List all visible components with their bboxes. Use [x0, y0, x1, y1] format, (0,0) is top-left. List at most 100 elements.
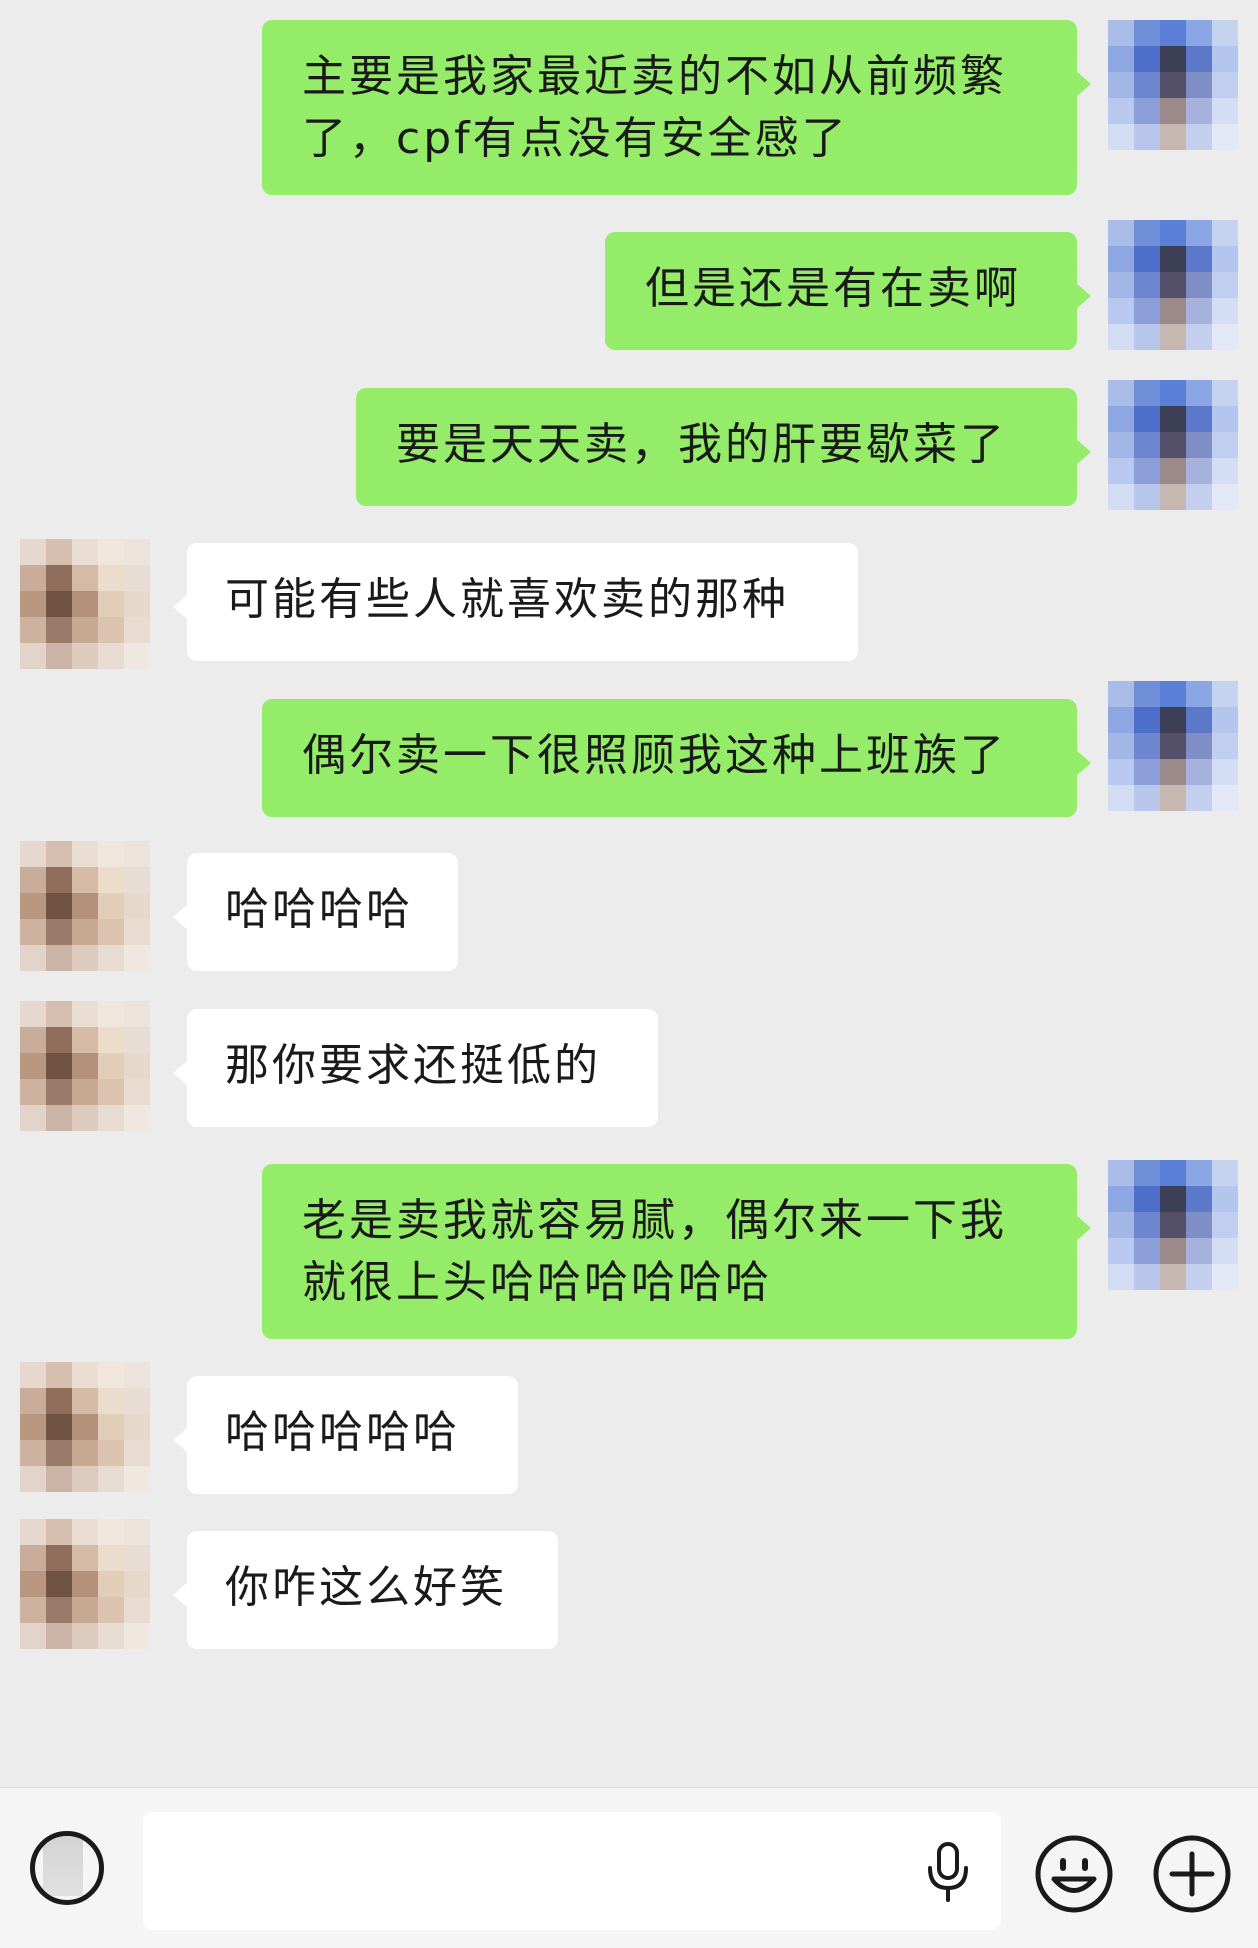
message-text-line: 你咋这么好笑 — [225, 1562, 507, 1613]
avatar-pixel — [1134, 406, 1160, 432]
avatar-pixel — [46, 1440, 72, 1466]
received-message-bubble[interactable]: 哈哈哈哈哈 — [173, 1376, 518, 1494]
avatar-pixel — [20, 1519, 46, 1545]
message-text-line: 老是卖我就容易腻，偶尔来一下我 — [302, 1195, 1007, 1246]
avatar-pixel — [72, 945, 98, 971]
avatar-pixel — [1108, 707, 1134, 733]
avatar-pixel — [1186, 458, 1212, 484]
contact-avatar[interactable] — [20, 539, 150, 669]
message-text-input[interactable] — [143, 1812, 1001, 1930]
message-text-line: 但是还是有在卖啊 — [645, 263, 1021, 314]
avatar-pixel — [46, 1466, 72, 1492]
sent-message-bubble[interactable]: 老是卖我就容易腻，偶尔来一下我 就很上头哈哈哈哈哈哈 — [262, 1164, 1091, 1339]
avatar-pixel — [46, 617, 72, 643]
avatar-pixel — [98, 841, 124, 867]
avatar-pixel — [1186, 98, 1212, 124]
avatar-pixel — [72, 1545, 98, 1571]
avatar-pixel — [1134, 484, 1160, 510]
avatar-pixel — [98, 867, 124, 893]
avatar-pixel — [1186, 1160, 1212, 1186]
avatar-pixel — [72, 1027, 98, 1053]
avatar-pixel — [98, 1466, 124, 1492]
avatar-pixel — [1212, 20, 1238, 46]
contact-avatar[interactable] — [20, 841, 150, 971]
my-avatar[interactable] — [1108, 1160, 1238, 1290]
my-avatar[interactable] — [1108, 20, 1238, 150]
my-avatar[interactable] — [1108, 380, 1238, 510]
avatar-pixel — [20, 1388, 46, 1414]
sent-message-bubble[interactable]: 要是天天卖，我的肝要歇菜了 — [356, 388, 1091, 506]
avatar-pixel — [124, 643, 150, 669]
avatar-pixel — [1108, 380, 1134, 406]
avatar-pixel — [1160, 20, 1186, 46]
avatar-pixel — [20, 893, 46, 919]
avatar-pixel — [1134, 220, 1160, 246]
contact-avatar[interactable] — [20, 1362, 150, 1492]
avatar-pixel — [1160, 733, 1186, 759]
avatar-pixel — [1134, 380, 1160, 406]
avatar-pixel — [1160, 707, 1186, 733]
avatar-pixel — [1160, 298, 1186, 324]
received-message-bubble[interactable]: 哈哈哈哈 — [173, 853, 458, 971]
avatar-pixel — [1108, 733, 1134, 759]
microphone-icon[interactable] — [924, 1842, 972, 1904]
avatar-pixel — [20, 1597, 46, 1623]
avatar-pixel — [20, 945, 46, 971]
avatar-pixel — [46, 1597, 72, 1623]
avatar-pixel — [1108, 246, 1134, 272]
avatar-pixel — [1134, 458, 1160, 484]
sent-message-bubble[interactable]: 主要是我家最近卖的不如从前频繁 了，cpf有点没有安全感了 — [262, 20, 1091, 195]
avatar-pixel — [124, 1079, 150, 1105]
avatar-pixel — [98, 539, 124, 565]
avatar-pixel — [20, 1027, 46, 1053]
avatar-pixel — [1160, 458, 1186, 484]
avatar-pixel — [98, 643, 124, 669]
received-message-bubble[interactable]: 你咋这么好笑 — [173, 1531, 558, 1649]
avatar-pixel — [1212, 1186, 1238, 1212]
avatar-pixel — [1212, 458, 1238, 484]
avatar-pixel — [1134, 72, 1160, 98]
avatar-pixel — [124, 1571, 150, 1597]
avatar-pixel — [124, 591, 150, 617]
avatar-pixel — [1160, 98, 1186, 124]
avatar-pixel — [46, 1053, 72, 1079]
avatar-pixel — [1212, 733, 1238, 759]
avatar-pixel — [98, 1388, 124, 1414]
avatar-pixel — [1186, 785, 1212, 811]
avatar-pixel — [1186, 124, 1212, 150]
contact-avatar[interactable] — [20, 1001, 150, 1131]
message-input-bar — [0, 1787, 1258, 1948]
avatar-pixel — [20, 1001, 46, 1027]
avatar-pixel — [1134, 733, 1160, 759]
avatar-pixel — [1186, 707, 1212, 733]
avatar-pixel — [1134, 98, 1160, 124]
smiley-icon[interactable] — [1034, 1834, 1114, 1914]
avatar-pixel — [72, 1362, 98, 1388]
avatar-pixel — [124, 565, 150, 591]
avatar-pixel — [1134, 246, 1160, 272]
avatar-pixel — [72, 1053, 98, 1079]
avatar-pixel — [1134, 1186, 1160, 1212]
avatar-pixel — [1212, 1238, 1238, 1264]
avatar-pixel — [1212, 1160, 1238, 1186]
sent-message-bubble[interactable]: 偶尔卖一下很照顾我这种上班族了 — [262, 699, 1091, 817]
my-avatar[interactable] — [1108, 681, 1238, 811]
contact-avatar[interactable] — [20, 1519, 150, 1649]
plus-icon[interactable] — [1152, 1834, 1232, 1914]
sent-message-bubble[interactable]: 但是还是有在卖啊 — [605, 232, 1091, 350]
my-avatar[interactable] — [1108, 220, 1238, 350]
avatar-pixel — [46, 945, 72, 971]
avatar-pixel — [72, 1466, 98, 1492]
avatar-pixel — [72, 867, 98, 893]
chat-message-list[interactable]: 主要是我家最近卖的不如从前频繁 了，cpf有点没有安全感了 但是还是有在卖啊 要… — [0, 0, 1258, 1787]
received-message-bubble[interactable]: 可能有些人就喜欢卖的那种 — [173, 543, 858, 661]
avatar-pixel — [1108, 785, 1134, 811]
avatar-pixel — [1212, 681, 1238, 707]
avatar-pixel — [46, 1105, 72, 1131]
avatar-pixel — [1160, 72, 1186, 98]
message-text-line: 哈哈哈哈 — [225, 884, 413, 935]
avatar-pixel — [20, 643, 46, 669]
voice-mode-icon[interactable] — [30, 1831, 104, 1905]
avatar-pixel — [46, 1571, 72, 1597]
received-message-bubble[interactable]: 那你要求还挺低的 — [173, 1009, 658, 1127]
